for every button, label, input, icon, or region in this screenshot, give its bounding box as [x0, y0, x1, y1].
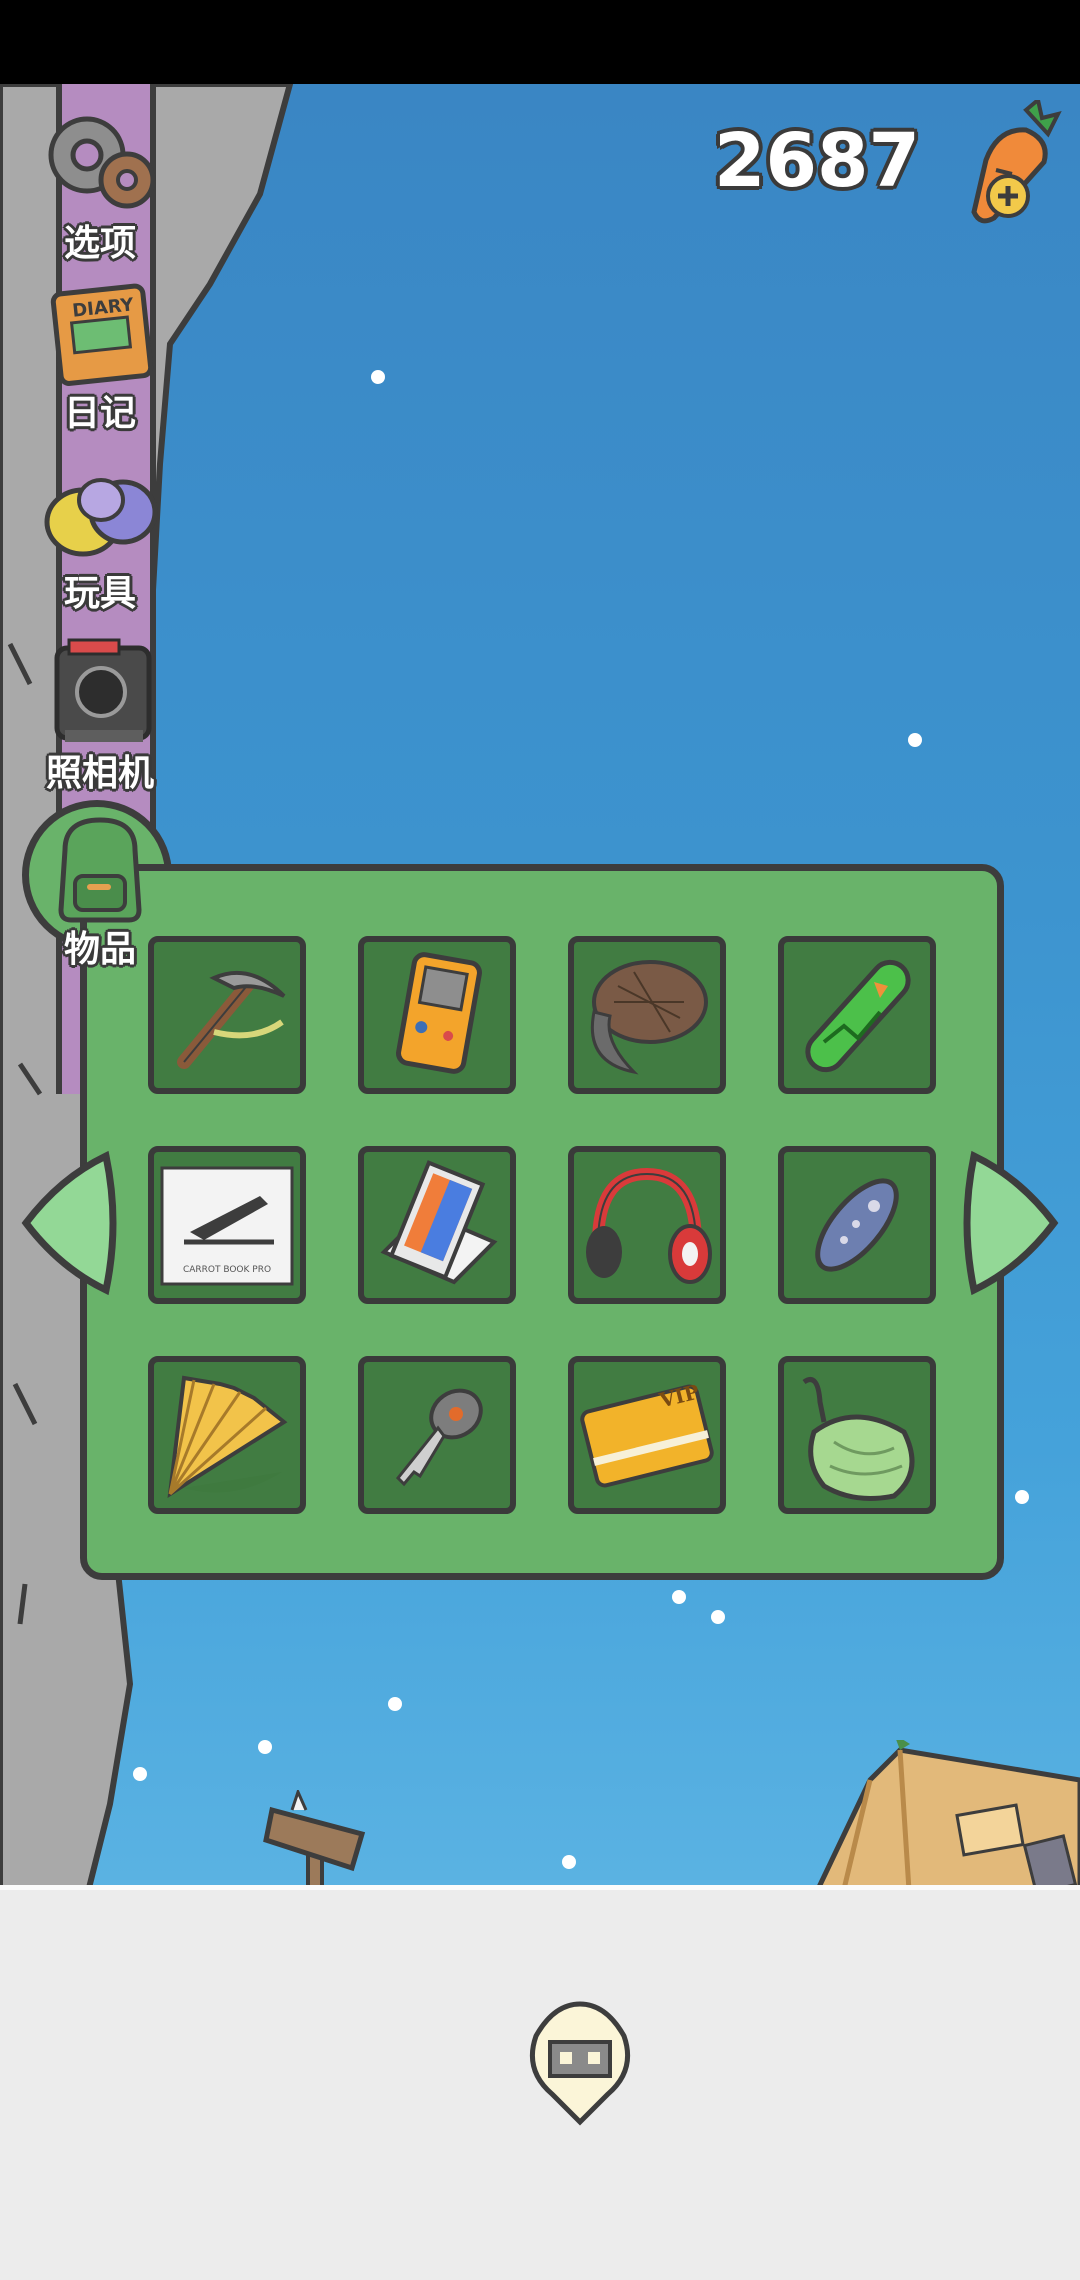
gear-icon — [48, 116, 156, 209]
inventory-slot-car-key[interactable] — [358, 1356, 516, 1514]
snowflake — [711, 1610, 725, 1624]
sidebar-item-label: 日记 — [63, 393, 136, 434]
snowflake — [562, 1855, 576, 1869]
pickaxe-icon — [177, 970, 286, 1069]
status-bar — [0, 0, 1080, 84]
inventory-slot-vip-card[interactable]: VIP — [568, 1356, 726, 1514]
inventory-slot-laptop[interactable]: CARROT BOOK PRO — [148, 1146, 306, 1304]
laptop-box-text: CARROT BOOK PRO — [183, 1265, 271, 1275]
camera-icon — [54, 638, 152, 742]
carrot-count: 2687 — [714, 118, 920, 204]
vip-card-icon: VIP — [580, 1380, 714, 1488]
previous-page-arrow[interactable] — [20, 1148, 120, 1298]
diary-icon: DIARY — [50, 283, 154, 386]
snowflake — [908, 733, 922, 747]
key-icon — [395, 1388, 483, 1487]
inventory-slot-remote[interactable] — [778, 1146, 936, 1304]
next-page-arrow[interactable] — [960, 1148, 1060, 1298]
inventory-slot-fur-hat[interactable] — [568, 936, 726, 1094]
inventory-slot-headphones[interactable] — [568, 1146, 726, 1304]
sidebar-item-options[interactable]: 选项 — [20, 100, 180, 266]
backpack-icon — [58, 817, 142, 923]
inventory-slot-phone-box[interactable] — [358, 1146, 516, 1304]
fur-hat-icon — [590, 960, 708, 1075]
laptop-icon: CARROT BOOK PRO — [160, 1166, 294, 1286]
sidebar-item-camera[interactable]: 照相机 — [20, 634, 180, 796]
sidebar-item-label: 选项 — [63, 223, 136, 264]
snowflake — [1015, 1490, 1029, 1504]
inventory-slot-hand-fan[interactable] — [148, 1356, 306, 1514]
sidebar-item-toys[interactable]: 玩具 — [20, 460, 180, 616]
headphones-icon — [586, 1167, 712, 1284]
inventory-slot-pickaxe[interactable] — [148, 936, 306, 1094]
snowflake — [672, 1590, 686, 1604]
snowflake — [371, 370, 385, 384]
sidebar-item-diary[interactable]: DIARY 日记 — [20, 280, 180, 436]
yard-home-button[interactable] — [520, 1998, 640, 2128]
sidebar-item-label: 照相机 — [45, 753, 154, 794]
snowboard-icon — [805, 959, 911, 1073]
phone-box-icon — [380, 1160, 498, 1285]
game-console-icon — [396, 952, 482, 1074]
pouch-icon — [802, 1377, 915, 1501]
carrot-plus-icon[interactable] — [946, 100, 1066, 230]
sidebar-item-label: 玩具 — [63, 573, 136, 614]
fan-icon — [167, 1375, 288, 1498]
inventory-slot-handheld-game[interactable] — [358, 936, 516, 1094]
inventory-slot-cloth-bag[interactable] — [778, 1356, 936, 1514]
snowflake — [388, 1697, 402, 1711]
remote-icon — [815, 1178, 899, 1272]
toys-icon — [44, 478, 158, 557]
inventory-slot-snowboard[interactable] — [778, 936, 936, 1094]
